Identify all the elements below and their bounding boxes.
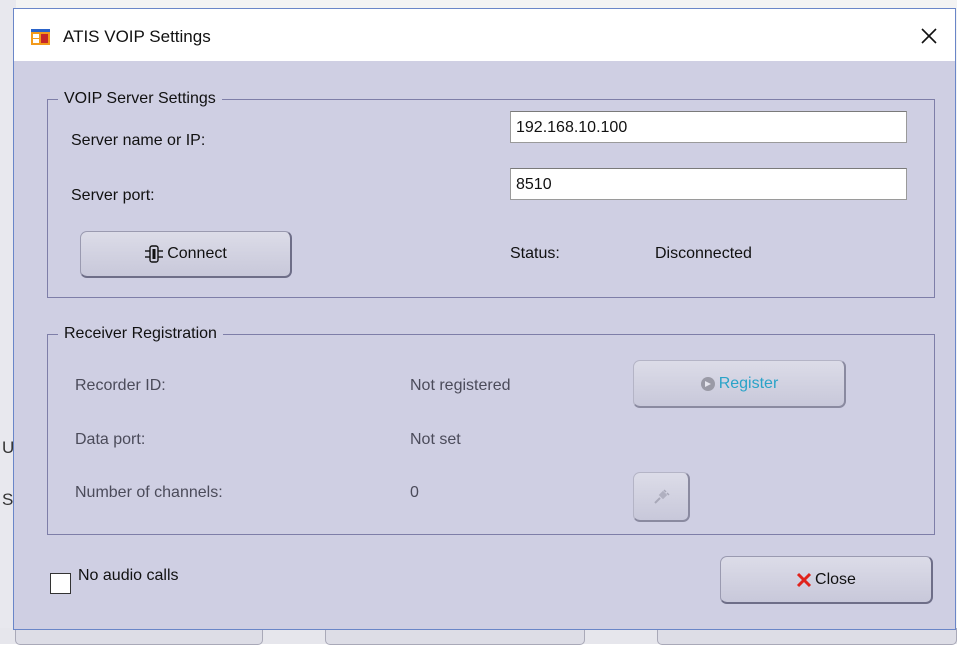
recorder-id-value: Not registered (410, 377, 511, 394)
connect-button-label: Connect (167, 245, 227, 262)
settings-dialog: ATIS VOIP Settings VOIP Server Settings … (13, 8, 956, 630)
background-button (325, 628, 585, 645)
red-x-icon (796, 572, 812, 588)
server-port-input[interactable] (510, 168, 907, 200)
register-button-label: Register (718, 374, 779, 392)
server-name-label: Server name or IP: (71, 132, 206, 149)
plug-icon (652, 488, 670, 506)
app-window-icon (31, 27, 50, 46)
server-port-label: Server port: (71, 187, 155, 204)
group-legend: VOIP Server Settings (64, 90, 216, 107)
background-button (657, 628, 957, 645)
server-name-input[interactable] (510, 111, 907, 143)
no-audio-calls-label: No audio calls (78, 567, 179, 584)
plug-button[interactable] (633, 472, 690, 522)
close-button[interactable]: Close (720, 556, 933, 604)
window-title: ATIS VOIP Settings (63, 27, 211, 46)
close-button-label: Close (815, 570, 856, 588)
title-bar: ATIS VOIP Settings (14, 9, 955, 61)
channels-value: 0 (410, 484, 419, 501)
connect-button[interactable]: Connect (80, 231, 292, 278)
no-audio-calls-checkbox[interactable] (50, 573, 71, 594)
plug-connector-icon (144, 245, 164, 263)
data-port-label: Data port: (75, 431, 146, 448)
background-button (15, 628, 263, 645)
group-legend: Receiver Registration (64, 325, 217, 342)
status-value: Disconnected (655, 245, 752, 262)
recorder-id-label: Recorder ID: (75, 377, 166, 394)
register-button[interactable]: Register (633, 360, 846, 408)
receiver-registration-group: Receiver Registration (47, 325, 935, 535)
close-x-icon[interactable] (911, 18, 947, 54)
background-letter: S (2, 490, 14, 509)
status-label: Status: (510, 245, 560, 262)
channels-label: Number of channels: (75, 484, 223, 501)
data-port-value: Not set (410, 431, 461, 448)
register-icon (700, 376, 716, 392)
